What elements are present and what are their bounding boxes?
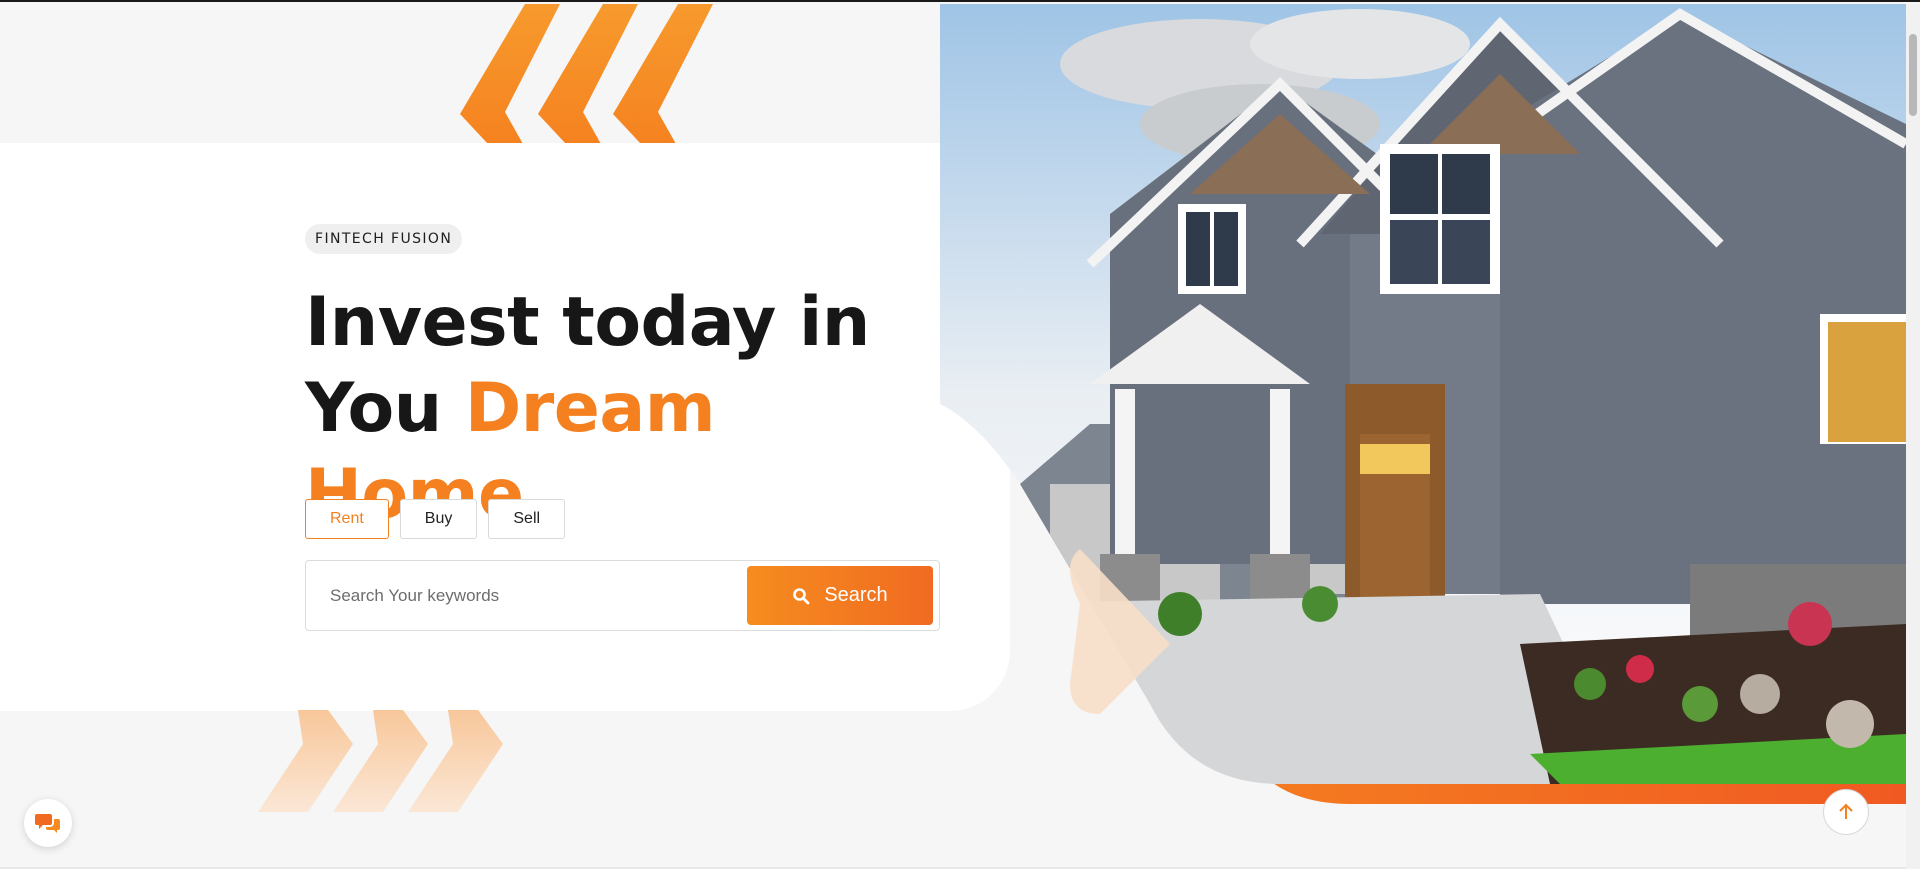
chat-button[interactable]	[24, 799, 72, 847]
search-input[interactable]	[330, 581, 710, 611]
hero-badge: FINTECH FUSION	[305, 224, 463, 254]
tab-sell[interactable]: Sell	[488, 499, 566, 539]
scrollbar-thumb[interactable]	[1909, 34, 1917, 116]
listing-type-tabs: Rent Buy Sell	[305, 499, 566, 539]
headline-line-2-plain: You	[305, 369, 465, 448]
decorative-chevrons-top	[460, 4, 713, 144]
hero-content: FINTECH FUSION Invest today in You Dream…	[305, 224, 945, 538]
scroll-to-top-button[interactable]	[1823, 789, 1869, 835]
arrow-up-icon	[1839, 803, 1853, 819]
page-scrollbar[interactable]	[1906, 4, 1920, 869]
chat-icon	[35, 814, 60, 833]
decorative-chevrons-bottom	[258, 710, 503, 812]
tab-rent[interactable]: Rent	[305, 499, 389, 539]
search-button-label: Search	[824, 584, 888, 606]
tab-buy[interactable]: Buy	[399, 499, 478, 539]
search-button[interactable]: Search	[747, 566, 933, 625]
search-box: Search	[305, 560, 940, 631]
house-image	[940, 4, 1906, 804]
headline-line-1: Invest today in	[305, 283, 870, 362]
search-icon	[793, 587, 810, 604]
